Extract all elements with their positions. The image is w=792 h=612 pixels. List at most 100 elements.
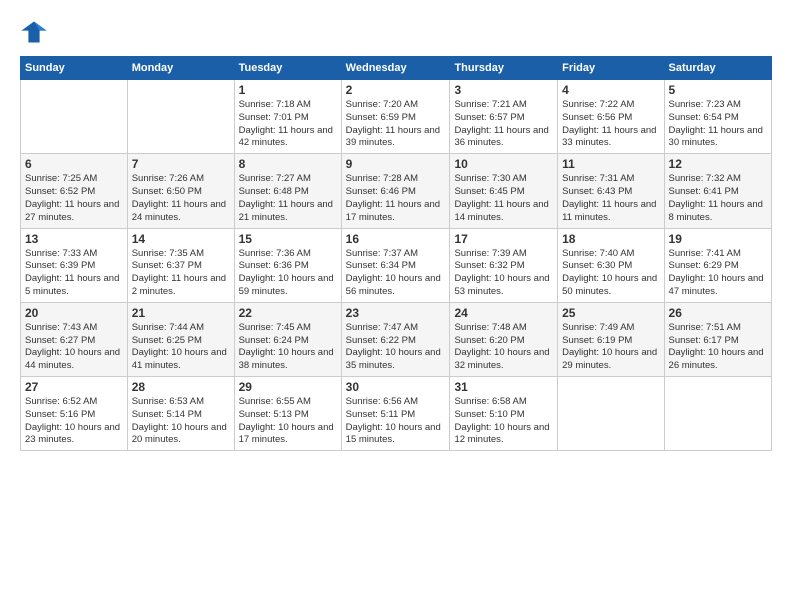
day-info: Sunrise: 7:41 AM Sunset: 6:29 PM Dayligh…: [669, 248, 767, 299]
calendar-cell: 25 Sunrise: 7:49 AM Sunset: 6:19 PM Dayl…: [558, 302, 664, 376]
day-number: 9: [346, 157, 446, 171]
header: [20, 18, 772, 46]
day-number: 12: [669, 157, 767, 171]
day-info: Sunrise: 6:55 AM Sunset: 5:13 PM Dayligh…: [239, 396, 337, 447]
day-number: 27: [25, 380, 123, 394]
calendar-cell: 23 Sunrise: 7:47 AM Sunset: 6:22 PM Dayl…: [341, 302, 450, 376]
day-info: Sunrise: 7:45 AM Sunset: 6:24 PM Dayligh…: [239, 322, 337, 373]
calendar-body: 1 Sunrise: 7:18 AM Sunset: 7:01 PM Dayli…: [21, 80, 772, 451]
day-number: 11: [562, 157, 659, 171]
day-info: Sunrise: 7:33 AM Sunset: 6:39 PM Dayligh…: [25, 248, 123, 299]
day-number: 21: [132, 306, 230, 320]
calendar-cell: 22 Sunrise: 7:45 AM Sunset: 6:24 PM Dayl…: [234, 302, 341, 376]
day-info: Sunrise: 7:49 AM Sunset: 6:19 PM Dayligh…: [562, 322, 659, 373]
day-info: Sunrise: 7:37 AM Sunset: 6:34 PM Dayligh…: [346, 248, 446, 299]
day-header-saturday: Saturday: [664, 57, 771, 80]
day-number: 25: [562, 306, 659, 320]
day-number: 29: [239, 380, 337, 394]
calendar-cell: 4 Sunrise: 7:22 AM Sunset: 6:56 PM Dayli…: [558, 80, 664, 154]
calendar-cell: [558, 377, 664, 451]
calendar-cell: [21, 80, 128, 154]
day-number: 17: [454, 232, 553, 246]
day-info: Sunrise: 7:27 AM Sunset: 6:48 PM Dayligh…: [239, 173, 337, 224]
day-number: 3: [454, 83, 553, 97]
day-header-tuesday: Tuesday: [234, 57, 341, 80]
day-info: Sunrise: 7:21 AM Sunset: 6:57 PM Dayligh…: [454, 99, 553, 150]
day-header-monday: Monday: [127, 57, 234, 80]
day-info: Sunrise: 7:51 AM Sunset: 6:17 PM Dayligh…: [669, 322, 767, 373]
page: SundayMondayTuesdayWednesdayThursdayFrid…: [0, 0, 792, 461]
calendar-cell: 9 Sunrise: 7:28 AM Sunset: 6:46 PM Dayli…: [341, 154, 450, 228]
day-number: 20: [25, 306, 123, 320]
logo: [20, 18, 52, 46]
week-row-1: 1 Sunrise: 7:18 AM Sunset: 7:01 PM Dayli…: [21, 80, 772, 154]
day-info: Sunrise: 6:53 AM Sunset: 5:14 PM Dayligh…: [132, 396, 230, 447]
calendar-cell: 26 Sunrise: 7:51 AM Sunset: 6:17 PM Dayl…: [664, 302, 771, 376]
day-info: Sunrise: 7:28 AM Sunset: 6:46 PM Dayligh…: [346, 173, 446, 224]
day-number: 14: [132, 232, 230, 246]
day-info: Sunrise: 7:40 AM Sunset: 6:30 PM Dayligh…: [562, 248, 659, 299]
calendar-cell: 30 Sunrise: 6:56 AM Sunset: 5:11 PM Dayl…: [341, 377, 450, 451]
calendar-cell: 11 Sunrise: 7:31 AM Sunset: 6:43 PM Dayl…: [558, 154, 664, 228]
calendar-cell: 8 Sunrise: 7:27 AM Sunset: 6:48 PM Dayli…: [234, 154, 341, 228]
calendar-header: SundayMondayTuesdayWednesdayThursdayFrid…: [21, 57, 772, 80]
day-number: 19: [669, 232, 767, 246]
calendar-cell: 20 Sunrise: 7:43 AM Sunset: 6:27 PM Dayl…: [21, 302, 128, 376]
day-info: Sunrise: 7:30 AM Sunset: 6:45 PM Dayligh…: [454, 173, 553, 224]
calendar-cell: 21 Sunrise: 7:44 AM Sunset: 6:25 PM Dayl…: [127, 302, 234, 376]
calendar-cell: 14 Sunrise: 7:35 AM Sunset: 6:37 PM Dayl…: [127, 228, 234, 302]
day-info: Sunrise: 6:56 AM Sunset: 5:11 PM Dayligh…: [346, 396, 446, 447]
calendar-cell: 19 Sunrise: 7:41 AM Sunset: 6:29 PM Dayl…: [664, 228, 771, 302]
calendar-cell: 27 Sunrise: 6:52 AM Sunset: 5:16 PM Dayl…: [21, 377, 128, 451]
day-number: 5: [669, 83, 767, 97]
week-row-3: 13 Sunrise: 7:33 AM Sunset: 6:39 PM Dayl…: [21, 228, 772, 302]
calendar-cell: 16 Sunrise: 7:37 AM Sunset: 6:34 PM Dayl…: [341, 228, 450, 302]
calendar-cell: 18 Sunrise: 7:40 AM Sunset: 6:30 PM Dayl…: [558, 228, 664, 302]
day-info: Sunrise: 7:31 AM Sunset: 6:43 PM Dayligh…: [562, 173, 659, 224]
calendar-cell: 12 Sunrise: 7:32 AM Sunset: 6:41 PM Dayl…: [664, 154, 771, 228]
day-info: Sunrise: 7:44 AM Sunset: 6:25 PM Dayligh…: [132, 322, 230, 373]
day-number: 13: [25, 232, 123, 246]
week-row-5: 27 Sunrise: 6:52 AM Sunset: 5:16 PM Dayl…: [21, 377, 772, 451]
day-header-friday: Friday: [558, 57, 664, 80]
day-number: 22: [239, 306, 337, 320]
day-header-sunday: Sunday: [21, 57, 128, 80]
days-of-week-row: SundayMondayTuesdayWednesdayThursdayFrid…: [21, 57, 772, 80]
day-number: 18: [562, 232, 659, 246]
calendar-cell: 6 Sunrise: 7:25 AM Sunset: 6:52 PM Dayli…: [21, 154, 128, 228]
day-header-thursday: Thursday: [450, 57, 558, 80]
day-number: 4: [562, 83, 659, 97]
day-header-wednesday: Wednesday: [341, 57, 450, 80]
day-info: Sunrise: 6:58 AM Sunset: 5:10 PM Dayligh…: [454, 396, 553, 447]
day-info: Sunrise: 7:32 AM Sunset: 6:41 PM Dayligh…: [669, 173, 767, 224]
week-row-2: 6 Sunrise: 7:25 AM Sunset: 6:52 PM Dayli…: [21, 154, 772, 228]
day-info: Sunrise: 7:48 AM Sunset: 6:20 PM Dayligh…: [454, 322, 553, 373]
day-info: Sunrise: 6:52 AM Sunset: 5:16 PM Dayligh…: [25, 396, 123, 447]
day-info: Sunrise: 7:47 AM Sunset: 6:22 PM Dayligh…: [346, 322, 446, 373]
day-number: 15: [239, 232, 337, 246]
calendar-cell: 24 Sunrise: 7:48 AM Sunset: 6:20 PM Dayl…: [450, 302, 558, 376]
day-number: 26: [669, 306, 767, 320]
calendar-cell: 13 Sunrise: 7:33 AM Sunset: 6:39 PM Dayl…: [21, 228, 128, 302]
day-number: 10: [454, 157, 553, 171]
calendar-cell: [127, 80, 234, 154]
day-number: 6: [25, 157, 123, 171]
calendar-cell: 1 Sunrise: 7:18 AM Sunset: 7:01 PM Dayli…: [234, 80, 341, 154]
calendar: SundayMondayTuesdayWednesdayThursdayFrid…: [20, 56, 772, 451]
day-number: 23: [346, 306, 446, 320]
day-info: Sunrise: 7:43 AM Sunset: 6:27 PM Dayligh…: [25, 322, 123, 373]
day-info: Sunrise: 7:20 AM Sunset: 6:59 PM Dayligh…: [346, 99, 446, 150]
day-info: Sunrise: 7:36 AM Sunset: 6:36 PM Dayligh…: [239, 248, 337, 299]
calendar-cell: 3 Sunrise: 7:21 AM Sunset: 6:57 PM Dayli…: [450, 80, 558, 154]
calendar-cell: 28 Sunrise: 6:53 AM Sunset: 5:14 PM Dayl…: [127, 377, 234, 451]
calendar-cell: 17 Sunrise: 7:39 AM Sunset: 6:32 PM Dayl…: [450, 228, 558, 302]
week-row-4: 20 Sunrise: 7:43 AM Sunset: 6:27 PM Dayl…: [21, 302, 772, 376]
day-number: 30: [346, 380, 446, 394]
day-info: Sunrise: 7:25 AM Sunset: 6:52 PM Dayligh…: [25, 173, 123, 224]
calendar-cell: 7 Sunrise: 7:26 AM Sunset: 6:50 PM Dayli…: [127, 154, 234, 228]
calendar-cell: [664, 377, 771, 451]
day-number: 2: [346, 83, 446, 97]
day-info: Sunrise: 7:26 AM Sunset: 6:50 PM Dayligh…: [132, 173, 230, 224]
calendar-cell: 5 Sunrise: 7:23 AM Sunset: 6:54 PM Dayli…: [664, 80, 771, 154]
calendar-cell: 15 Sunrise: 7:36 AM Sunset: 6:36 PM Dayl…: [234, 228, 341, 302]
